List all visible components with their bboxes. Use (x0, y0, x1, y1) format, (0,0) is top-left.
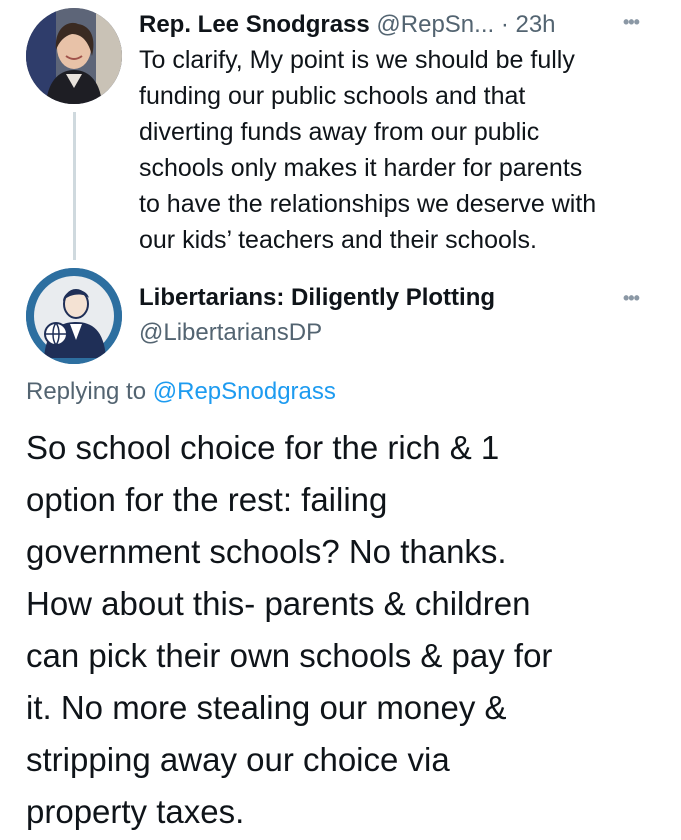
avatar-rep-lee-snodgrass[interactable] (26, 8, 122, 104)
more-horizontal-icon[interactable]: ••• (623, 12, 640, 33)
avatar-libertarians-dp[interactable] (26, 268, 122, 364)
thread-connector-line (73, 112, 76, 260)
replying-to-label: Replying to (26, 378, 147, 405)
replying-to-handle-link[interactable]: @RepSnodgrass (153, 378, 336, 405)
tweet1-handle[interactable]: @RepSn... (376, 11, 494, 38)
tweet2-display-name[interactable]: Libertarians: Diligently Plotting (139, 284, 495, 311)
more-horizontal-icon[interactable]: ••• (623, 288, 640, 309)
tweet1-header: Rep. Lee Snodgrass @RepSn... · 23h (139, 10, 556, 40)
tweet2-handle[interactable]: @LibertariansDP (139, 318, 322, 348)
tweet1-display-name[interactable]: Rep. Lee Snodgrass (139, 11, 370, 38)
tweet2-text: So school choice for the rich & 1 option… (26, 429, 553, 830)
replying-to-line: Replying to @RepSnodgrass (26, 377, 336, 407)
avatar-photo-icon (26, 8, 122, 104)
tweet1-time[interactable]: · 23h (501, 11, 556, 38)
tweet2-display-name-row: Libertarians: Diligently Plotting (139, 283, 495, 313)
avatar-illustration-icon (26, 268, 122, 364)
tweet1-text: To clarify, My point is we should be ful… (139, 46, 597, 254)
